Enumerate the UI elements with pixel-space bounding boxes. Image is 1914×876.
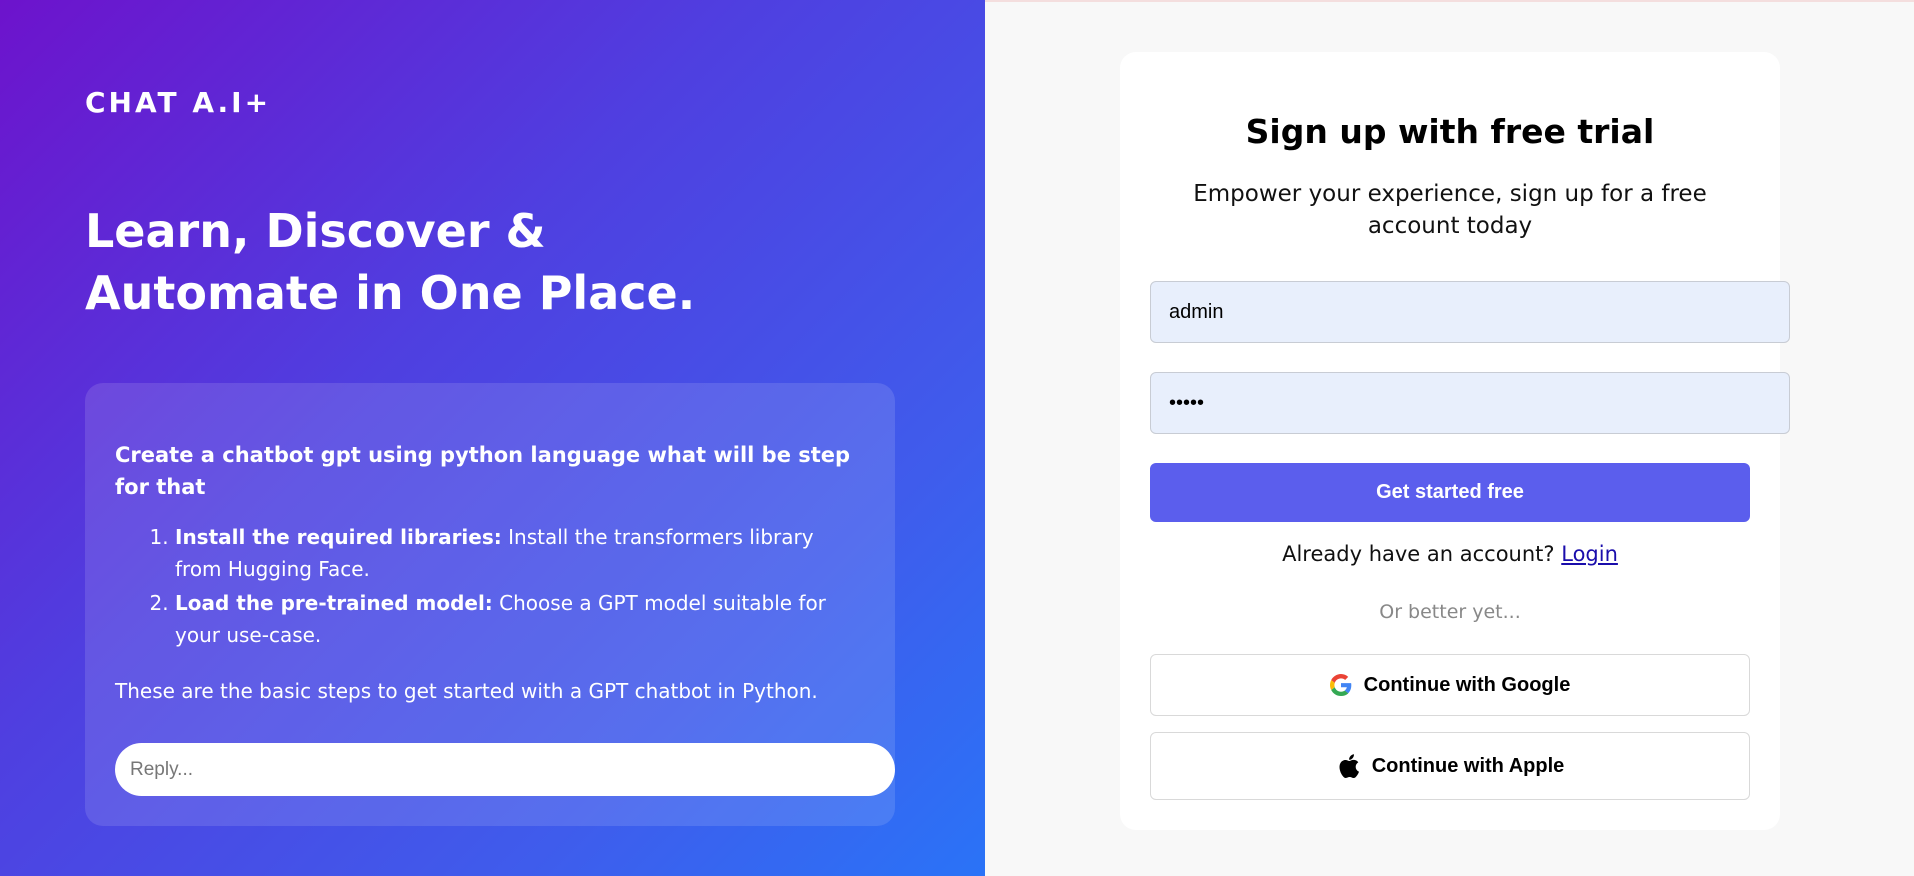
google-icon [1329, 674, 1352, 696]
get-started-button[interactable]: Get started free [1150, 463, 1750, 522]
signup-title: Sign up with free trial [1245, 112, 1655, 151]
username-field[interactable] [1150, 281, 1790, 343]
hero-panel: CHAT A.I+ Learn, Discover & Automate in … [0, 0, 985, 876]
google-signin-button[interactable]: Continue with Google [1150, 654, 1750, 716]
password-field[interactable] [1150, 372, 1790, 434]
apple-signin-button[interactable]: Continue with Apple [1150, 732, 1750, 800]
login-prompt: Already have an account? [1282, 542, 1555, 566]
login-link[interactable]: Login [1561, 542, 1618, 566]
apple-icon [1336, 752, 1360, 780]
apple-button-label: Continue with Apple [1371, 754, 1565, 777]
headline-line-1: Learn, Discover & [85, 204, 546, 258]
signup-card: Sign up with free trial Empower your exp… [1120, 52, 1790, 830]
chat-step-title: Install the required libraries: [175, 525, 502, 549]
google-button-label: Continue with Google [1363, 673, 1571, 696]
top-border [985, 0, 1914, 2]
reply-input[interactable] [115, 743, 895, 796]
divider-text: Or better yet... [1379, 601, 1521, 623]
brand-logo: CHAT A.I+ [85, 86, 272, 119]
chat-footer-text: These are the basic steps to get started… [115, 679, 818, 703]
chat-step: Install the required libraries: Install … [175, 521, 855, 585]
chat-preview-card: Create a chatbot gpt using python langua… [85, 383, 895, 826]
chat-step: Load the pre-trained model: Choose a GPT… [175, 587, 855, 651]
signup-subtitle: Empower your experience, sign up for a f… [1193, 181, 1707, 239]
login-prompt-row: Already have an account? Login [1120, 542, 1780, 566]
chat-step-title: Load the pre-trained model: [175, 591, 493, 615]
chat-question: Create a chatbot gpt using python langua… [115, 443, 851, 499]
headline-line-2: Automate in One Place. [85, 266, 696, 320]
hero-headline: Learn, Discover & Automate in One Place. [85, 200, 785, 324]
chat-steps-list: Install the required libraries: Install … [115, 521, 855, 653]
